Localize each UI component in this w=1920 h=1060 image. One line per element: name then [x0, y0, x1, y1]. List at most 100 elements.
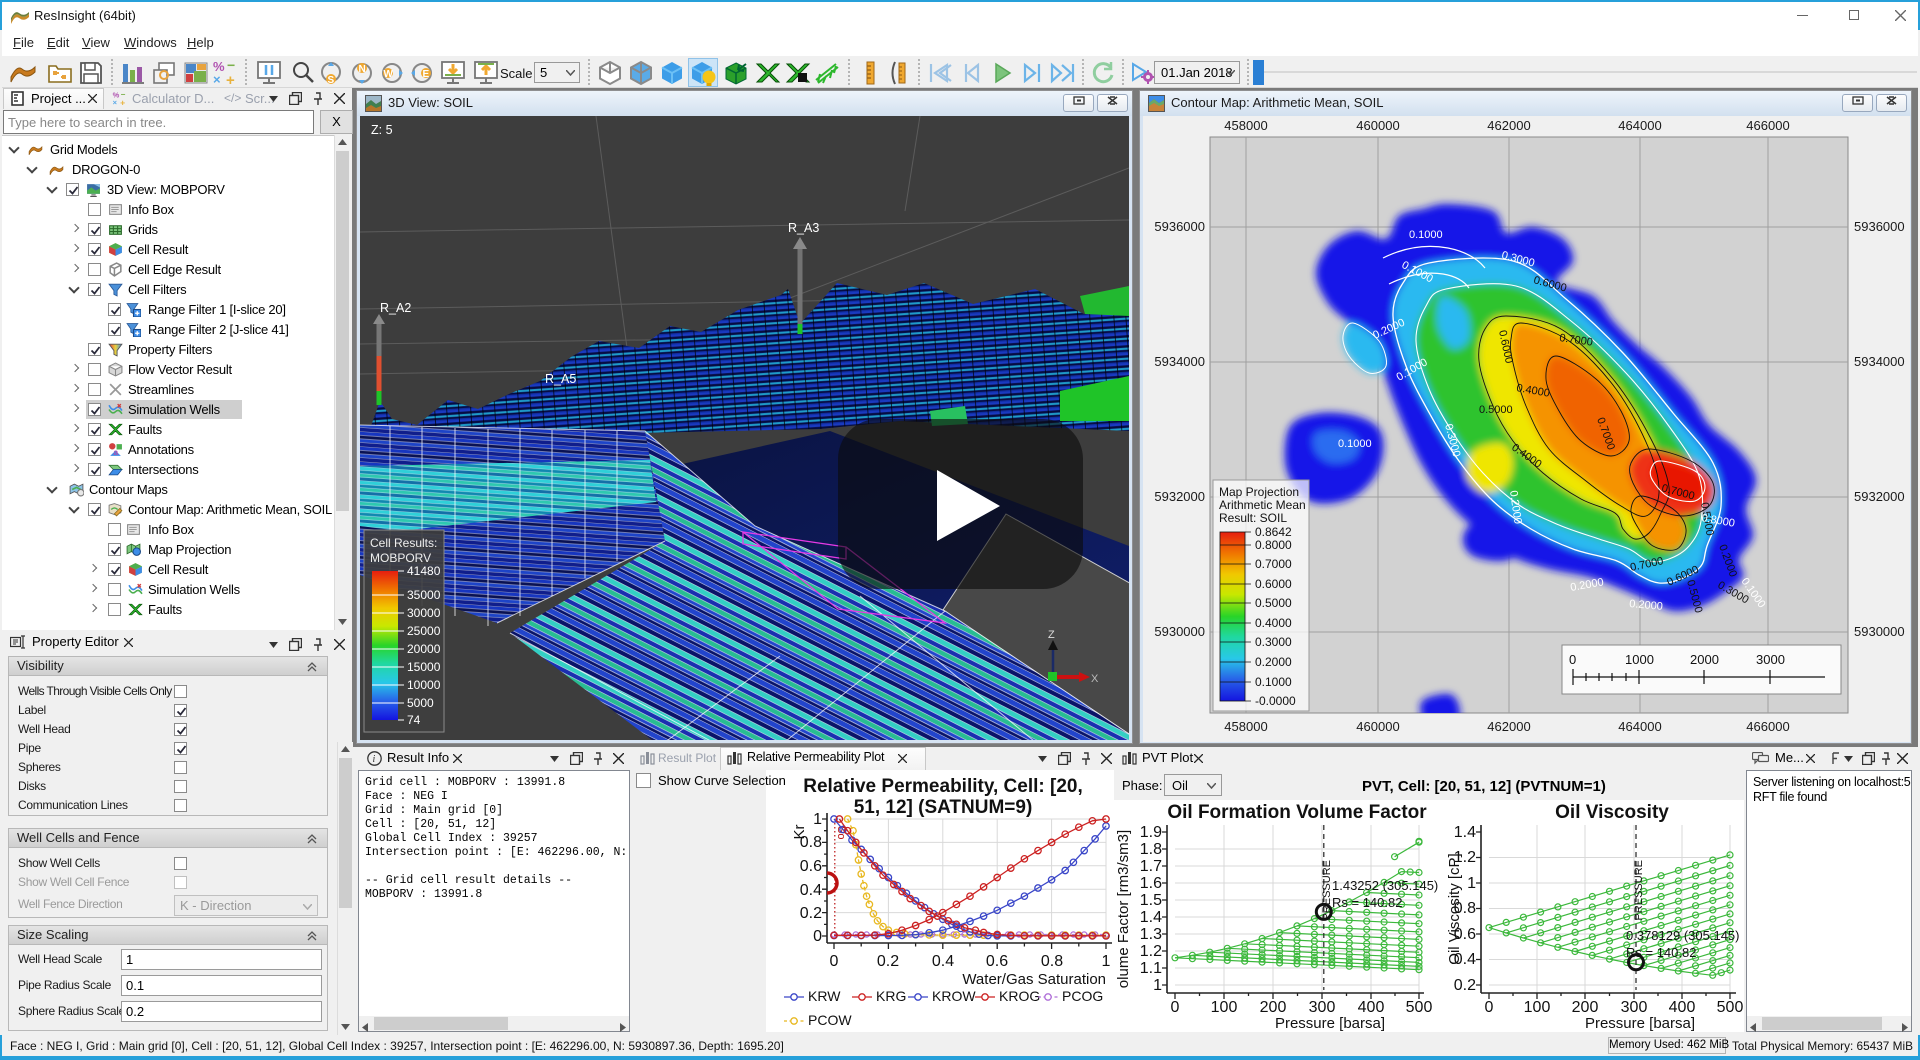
svg-text:Z: Z: [1048, 629, 1055, 641]
svg-text:1: 1: [1153, 977, 1162, 994]
svg-text:1.5: 1.5: [1140, 892, 1162, 909]
svg-text:0.1000: 0.1000: [1255, 675, 1292, 689]
svg-text:30000: 30000: [407, 606, 441, 620]
svg-text:464000: 464000: [1618, 719, 1661, 734]
svg-text:Oil Viscosity [cP]: Oil Viscosity [cP]: [1446, 853, 1463, 964]
svg-text:a: a: [113, 447, 118, 457]
svg-text:olume Factor [rm3/sm3]: olume Factor [rm3/sm3]: [1115, 830, 1132, 988]
svg-text:1.2: 1.2: [1140, 943, 1162, 960]
svg-text:0: 0: [830, 953, 839, 970]
svg-text:Result: SOIL: Result: SOIL: [1219, 511, 1287, 525]
svg-text:0.4: 0.4: [932, 953, 954, 970]
svg-text:1.6: 1.6: [1140, 875, 1162, 892]
svg-text:0.1000: 0.1000: [1338, 438, 1372, 450]
svg-text:KROW: KROW: [932, 988, 976, 1004]
svg-text:200: 200: [1260, 999, 1287, 1016]
svg-text:1.8: 1.8: [1140, 841, 1162, 858]
svg-text:0.8642: 0.8642: [1255, 525, 1292, 539]
svg-text:1: 1: [813, 811, 822, 828]
svg-text:15000: 15000: [407, 660, 441, 674]
svg-text:1.4: 1.4: [1454, 824, 1476, 841]
svg-text:400: 400: [1669, 999, 1696, 1016]
svg-text:0: 0: [1569, 652, 1576, 667]
svg-text:0.3000: 0.3000: [1255, 635, 1292, 649]
svg-text:Cell Results:: Cell Results:: [370, 536, 437, 550]
svg-text:458000: 458000: [1224, 118, 1267, 133]
svg-text:1.1: 1.1: [1140, 960, 1162, 977]
svg-text:5932000: 5932000: [1854, 489, 1905, 504]
svg-text:N: N: [359, 64, 366, 75]
svg-text:466000: 466000: [1746, 118, 1789, 133]
svg-text:E: E: [423, 69, 430, 80]
svg-text:2000: 2000: [1690, 652, 1719, 667]
svg-text:-0.0000: -0.0000: [1255, 694, 1296, 708]
svg-text:Pressure [barsa]: Pressure [barsa]: [1275, 1015, 1385, 1032]
svg-text:460000: 460000: [1356, 118, 1399, 133]
svg-text:Oil Formation Volume Factor: Oil Formation Volume Factor: [1167, 802, 1427, 823]
svg-text:0.2: 0.2: [877, 953, 899, 970]
svg-text:0.2: 0.2: [800, 905, 822, 922]
svg-text:0: 0: [1485, 999, 1494, 1016]
svg-text:0.6: 0.6: [800, 858, 822, 875]
svg-text:51, 12] (SATNUM=9): 51, 12] (SATNUM=9): [854, 797, 1033, 818]
svg-text:PCOG: PCOG: [1062, 988, 1103, 1004]
svg-text:460000: 460000: [1356, 719, 1399, 734]
svg-text:300: 300: [1309, 999, 1336, 1016]
svg-text:0.1000: 0.1000: [1409, 229, 1443, 241]
svg-text:0.378129 (305.145): 0.378129 (305.145): [1626, 928, 1739, 943]
svg-text:1: 1: [1102, 953, 1111, 970]
svg-text:×: ×: [213, 72, 221, 86]
svg-text:462000: 462000: [1487, 118, 1530, 133]
svg-text:5936000: 5936000: [1154, 219, 1205, 234]
svg-text:X: X: [1091, 673, 1099, 685]
svg-text:1.4: 1.4: [1140, 909, 1162, 926]
svg-text:0.2000: 0.2000: [1255, 655, 1292, 669]
svg-text:100: 100: [1211, 999, 1238, 1016]
svg-text:Water/Gas Saturation: Water/Gas Saturation: [962, 971, 1106, 988]
svg-text:KRW: KRW: [808, 988, 841, 1004]
svg-text:W: W: [384, 69, 394, 80]
svg-text:KRG: KRG: [876, 988, 906, 1004]
svg-text:74: 74: [407, 713, 421, 727]
svg-text:5936000: 5936000: [1854, 219, 1905, 234]
svg-text:Rs = 140.82: Rs = 140.82: [1626, 945, 1696, 960]
svg-text:MOBPORV: MOBPORV: [370, 551, 431, 565]
svg-text:5934000: 5934000: [1154, 354, 1205, 369]
svg-text:Arithmetic Mean: Arithmetic Mean: [1219, 498, 1306, 512]
svg-text:0.8000: 0.8000: [1255, 538, 1292, 552]
svg-text:5932000: 5932000: [1154, 489, 1205, 504]
svg-text:+: +: [120, 97, 125, 106]
svg-text:KROG: KROG: [999, 988, 1040, 1004]
svg-text:1000: 1000: [1625, 652, 1654, 667]
svg-text:Rs = 140.82: Rs = 140.82: [1332, 895, 1402, 910]
svg-text:×: ×: [113, 98, 118, 106]
svg-text:R_A5: R_A5: [545, 372, 576, 386]
svg-text:0.6: 0.6: [986, 953, 1008, 970]
svg-text:3000: 3000: [1756, 652, 1785, 667]
svg-text:500: 500: [1717, 999, 1744, 1016]
svg-text:400: 400: [1358, 999, 1385, 1016]
svg-text:0.6000: 0.6000: [1255, 577, 1292, 591]
svg-text:+: +: [226, 72, 235, 86]
svg-text:458000: 458000: [1224, 719, 1267, 734]
svg-text:466000: 466000: [1746, 719, 1789, 734]
svg-text:1.7: 1.7: [1140, 858, 1162, 875]
svg-text:35000: 35000: [407, 588, 441, 602]
svg-text:S: S: [328, 75, 335, 86]
svg-text:Kr: Kr: [791, 824, 808, 839]
svg-text:1: 1: [1467, 875, 1476, 892]
svg-text:500: 500: [1406, 999, 1433, 1016]
svg-text:0.8: 0.8: [1041, 953, 1063, 970]
svg-text:R_A3: R_A3: [788, 221, 819, 235]
svg-text:i: i: [373, 754, 376, 765]
svg-text:0.4000: 0.4000: [1255, 616, 1292, 630]
svg-text:25000: 25000: [407, 624, 441, 638]
svg-text:5000: 5000: [407, 696, 434, 710]
svg-text:5934000: 5934000: [1854, 354, 1905, 369]
svg-text:PCOW: PCOW: [808, 1012, 852, 1028]
svg-text:0: 0: [1171, 999, 1180, 1016]
svg-text:Map Projection: Map Projection: [1219, 485, 1299, 499]
svg-text:20000: 20000: [407, 642, 441, 656]
svg-text:0.4: 0.4: [800, 882, 822, 899]
svg-text:300: 300: [1621, 999, 1648, 1016]
